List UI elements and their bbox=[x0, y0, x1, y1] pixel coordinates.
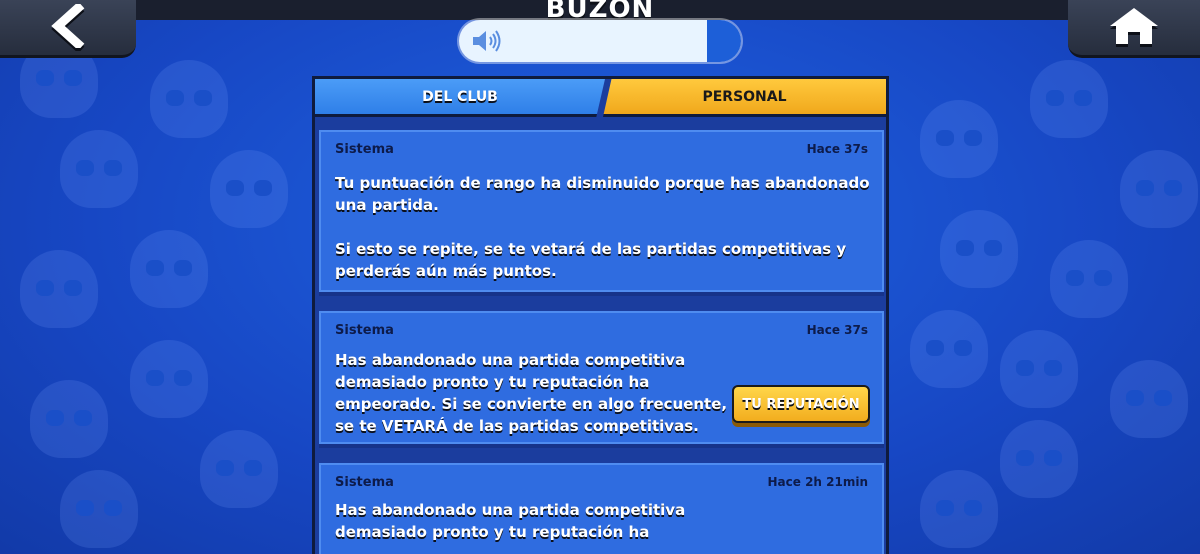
tab-personal[interactable]: PERSONAL bbox=[603, 79, 886, 117]
mailbox-tabs: DEL CLUB PERSONAL bbox=[315, 79, 886, 117]
volume-slider[interactable] bbox=[459, 20, 741, 62]
message-time: Hace 2h 21min bbox=[767, 475, 869, 489]
message-sender: Sistema bbox=[335, 142, 394, 157]
home-button[interactable] bbox=[1068, 0, 1200, 58]
volume-fill bbox=[707, 20, 741, 62]
message-body: Has abandonado una partida competitiva d… bbox=[335, 351, 728, 435]
message-body: Has abandonado una partida competitiva d… bbox=[335, 501, 686, 541]
message-item: Sistema Hace 37s Has abandonado una part… bbox=[319, 311, 884, 444]
message-sender: Sistema bbox=[335, 323, 394, 338]
home-icon bbox=[1108, 6, 1160, 50]
message-sender: Sistema bbox=[335, 475, 394, 490]
message-body: Tu puntuación de rango ha disminuido por… bbox=[335, 174, 870, 280]
message-time: Hace 37s bbox=[806, 142, 868, 156]
message-item: Sistema Hace 37s Tu puntuación de rango … bbox=[319, 130, 884, 292]
tab-club[interactable]: DEL CLUB bbox=[315, 79, 605, 117]
mailbox-panel: DEL CLUB PERSONAL Sistema Hace 37s Tu pu… bbox=[312, 76, 889, 554]
back-button[interactable] bbox=[0, 0, 136, 58]
reputation-button[interactable]: TU REPUTACIÓN bbox=[732, 385, 870, 423]
chevron-left-icon bbox=[48, 1, 88, 52]
message-time: Hace 37s bbox=[806, 323, 868, 337]
message-item: Sistema Hace 2h 21min Has abandonado una… bbox=[319, 463, 884, 554]
speaker-icon bbox=[471, 29, 503, 57]
